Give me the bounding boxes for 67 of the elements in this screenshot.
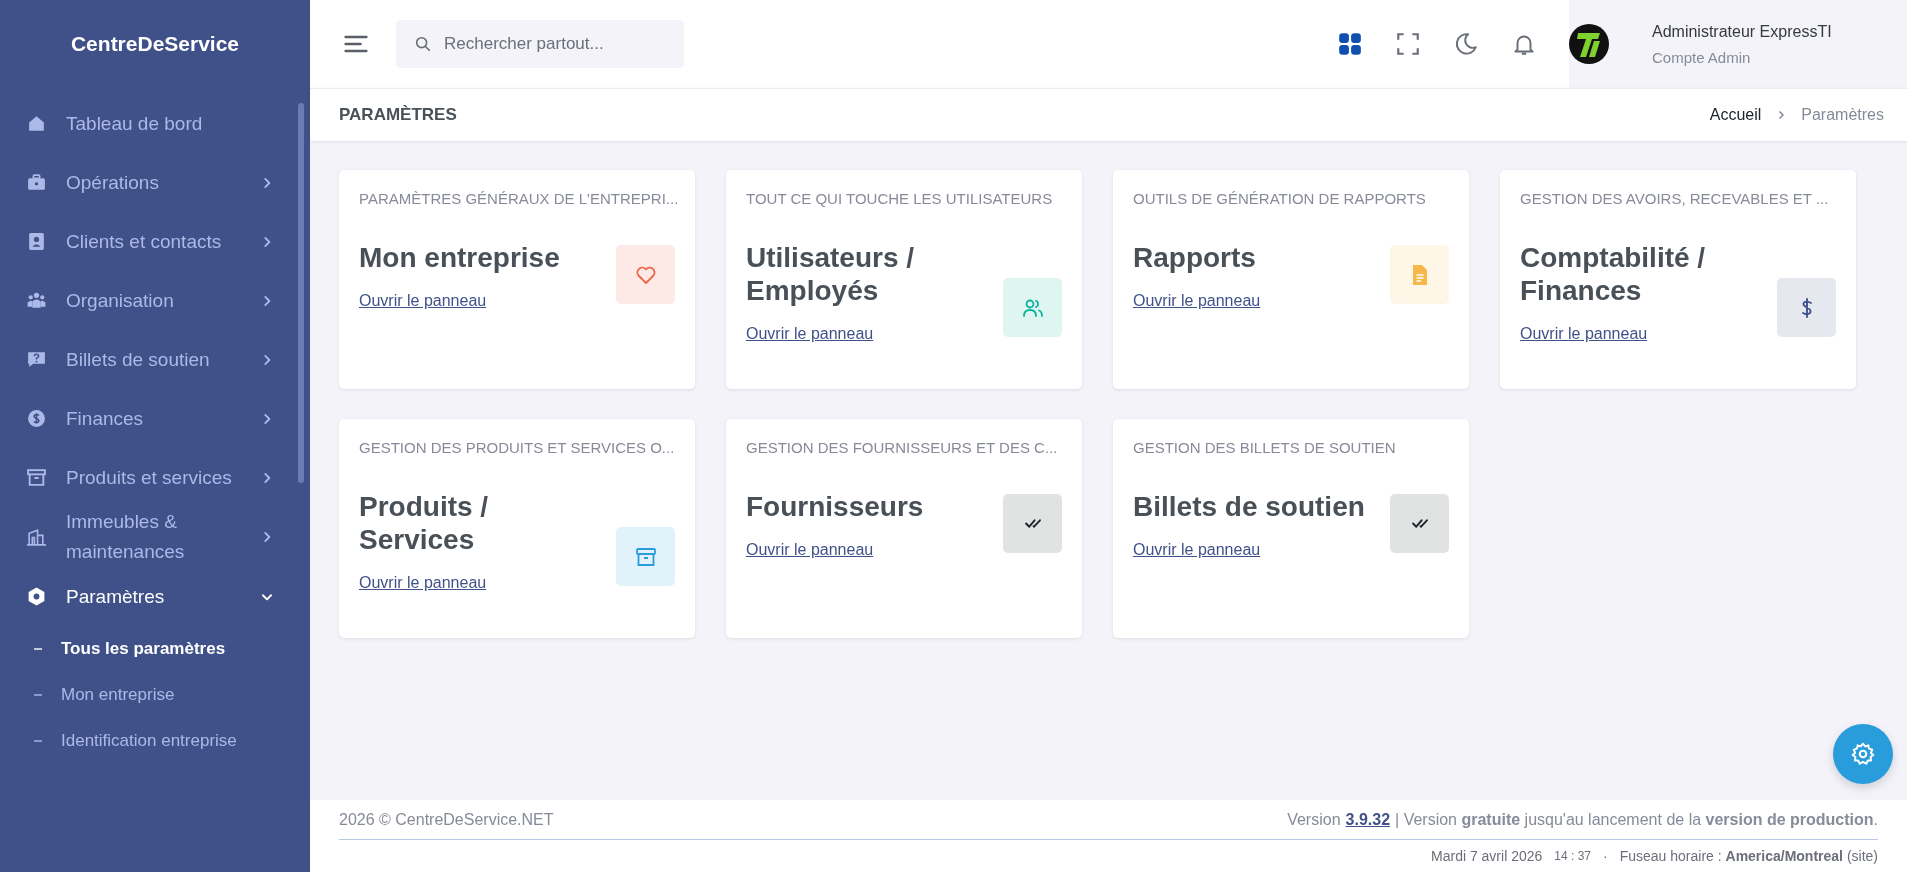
archive-icon (26, 467, 47, 488)
submenu-item[interactable]: Mon entreprise (0, 672, 310, 718)
submenu-item[interactable]: Tous les paramètres (0, 626, 310, 672)
page-title: PARAMÈTRES (339, 105, 457, 125)
card-title: Fournisseurs (746, 490, 925, 523)
timezone-text: Fuseau horaire : America/Montreal (site) (1619, 848, 1878, 865)
sidebar-item[interactable]: Tableau de bord (0, 94, 310, 153)
card-subtitle: GESTION DES FOURNISSEURS ET DES C... (746, 439, 1059, 456)
settings-icon (1850, 741, 1876, 767)
contact-icon (26, 231, 47, 252)
building-icon (26, 526, 47, 548)
open-panel-link[interactable]: Ouvrir le panneau (1520, 325, 1770, 343)
question-icon (26, 349, 47, 370)
brand-logo[interactable]: CentreDeService (0, 0, 310, 88)
fullscreen-icon[interactable] (1395, 31, 1421, 57)
card-title: Comptabilité / Finances (1520, 241, 1707, 307)
user-name: Administrateur ExpressTI (1652, 22, 1832, 41)
briefcase-icon (26, 172, 47, 193)
scrollbar[interactable] (298, 103, 304, 483)
moon-icon[interactable] (1453, 31, 1479, 57)
card-title: Billets de soutien (1133, 490, 1366, 523)
search-icon (414, 35, 432, 53)
submenu-item[interactable]: Identification entreprise (0, 718, 310, 764)
card-subtitle: OUTILS DE GÉNÉRATION DE RAPPORTS (1133, 190, 1427, 207)
team-icon (26, 290, 47, 311)
grid-icon[interactable] (1337, 31, 1363, 57)
time-text: 14 : 37 (1554, 849, 1591, 864)
open-panel-link[interactable]: Ouvrir le panneau (1133, 541, 1383, 559)
open-panel-link[interactable]: Ouvrir le panneau (359, 292, 609, 310)
user-role: Compte Admin (1652, 48, 1752, 66)
dollar-icon (26, 408, 47, 429)
sidebar-item[interactable]: Organisation (0, 271, 310, 330)
open-panel-link[interactable]: Ouvrir le panneau (746, 325, 996, 343)
open-panel-link[interactable]: Ouvrir le panneau (1133, 292, 1383, 310)
breadcrumb-item[interactable]: Accueil (1709, 106, 1762, 124)
card-subtitle: GESTION DES PRODUITS ET SERVICES O... (359, 439, 675, 456)
settings-button[interactable] (1833, 724, 1893, 784)
card-title: Mon entreprise (359, 241, 561, 274)
version-link[interactable]: 3.9.32 (1345, 810, 1391, 829)
double-check-icon (1024, 519, 1041, 528)
double-check-icon (1411, 519, 1428, 528)
card-title: Produits / Services (359, 490, 490, 556)
card-subtitle: PARAMÈTRES GÉNÉRAUX DE L'ENTREPRI... (359, 190, 675, 207)
card-subtitle: GESTION DES BILLETS DE SOUTIEN (1133, 439, 1397, 456)
open-panel-link[interactable]: Ouvrir le panneau (359, 574, 609, 592)
avatar (1569, 24, 1609, 64)
date-text: Mardi 7 avril 2026 (1431, 848, 1543, 865)
sidebar-item[interactable]: Produits et services (0, 448, 310, 507)
card-title: Rapports (1133, 241, 1257, 274)
sidebar-item[interactable]: Billets de soutien (0, 330, 310, 389)
card-title: Utilisateurs / Employés (746, 241, 916, 307)
sidebar-item[interactable]: Paramètres (0, 567, 310, 626)
open-panel-link[interactable]: Ouvrir le panneau (746, 541, 996, 559)
separator-dot: · (1603, 848, 1608, 865)
user-menu[interactable]: Administrateur ExpressTI Compte Admin (1569, 0, 1907, 88)
hexagon-icon (26, 586, 47, 607)
sidebar-item[interactable]: Finances (0, 389, 310, 448)
card-subtitle: TOUT CE QUI TOUCHE LES UTILISATEURS (746, 190, 1054, 207)
sidebar-item[interactable]: Opérations (0, 153, 310, 212)
version-label: Version (1287, 810, 1341, 829)
card-subtitle: GESTION DES AVOIRS, RECEVABLES ET ... (1520, 190, 1830, 207)
copyright-text: 2026 © CentreDeService.NET (339, 810, 554, 829)
search-field[interactable]: Rechercher partout... (396, 20, 684, 68)
home-icon (26, 113, 47, 134)
sidebar-item[interactable]: Clients et contacts (0, 212, 310, 271)
version-note: | Version gratuite jusqu'au lancement de la version de production. (1395, 810, 1878, 829)
sidebar-item[interactable]: Immeubles & maintenances (0, 507, 310, 567)
